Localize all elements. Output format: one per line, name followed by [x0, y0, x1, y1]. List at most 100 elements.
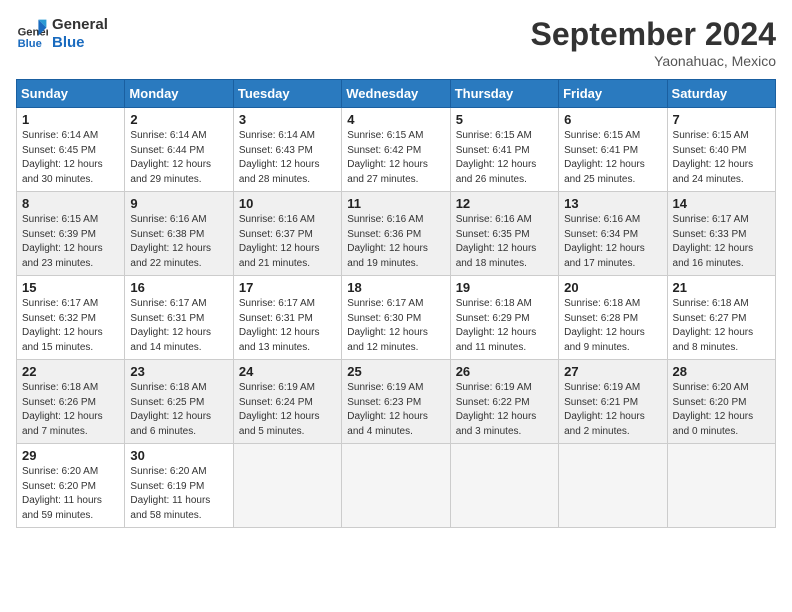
day-info: Sunrise: 6:16 AM Sunset: 6:35 PM Dayligh…	[456, 213, 553, 271]
title-block: September 2024 Yaonahuac, Mexico	[531, 16, 776, 69]
day-number: 4	[347, 112, 444, 127]
calendar-cell: 4 Sunrise: 6:15 AM Sunset: 6:42 PM Daylig…	[342, 108, 450, 192]
day-info: Sunrise: 6:19 AM Sunset: 6:24 PM Dayligh…	[239, 381, 336, 439]
day-info: Sunrise: 6:17 AM Sunset: 6:33 PM Dayligh…	[673, 213, 770, 271]
day-info: Sunrise: 6:18 AM Sunset: 6:28 PM Dayligh…	[564, 297, 661, 355]
calendar-cell: 5Sunrise: 6:15 AM Sunset: 6:41 PM Daylig…	[450, 108, 558, 192]
calendar-cell: 11 Sunrise: 6:16 AM Sunset: 6:36 PM Dayli…	[342, 192, 450, 276]
calendar-cell: 25 Sunrise: 6:19 AM Sunset: 6:23 PM Dayli…	[342, 360, 450, 444]
day-info: Sunrise: 6:15 AM Sunset: 6:41 PM Dayligh…	[564, 129, 661, 187]
calendar-cell: 18Sunrise: 6:17 AM Sunset: 6:30 PM Dayli…	[342, 276, 450, 360]
calendar-table: SundayMondayTuesdayWednesdayThursdayFrid…	[16, 79, 776, 528]
day-info: Sunrise: 6:20 AM Sunset: 6:19 PM Dayligh…	[130, 465, 227, 523]
weekday-wednesday: Wednesday	[342, 80, 450, 108]
calendar-cell: 9 Sunrise: 6:16 AM Sunset: 6:38 PM Daylig…	[125, 192, 233, 276]
day-number: 8	[22, 196, 119, 211]
weekday-saturday: Saturday	[667, 80, 775, 108]
weekday-friday: Friday	[559, 80, 667, 108]
calendar-cell: 22 Sunrise: 6:18 AM Sunset: 6:26 PM Dayli…	[17, 360, 125, 444]
day-number: 27	[564, 364, 661, 379]
day-number: 3	[239, 112, 336, 127]
day-number: 26	[456, 364, 553, 379]
day-info: Sunrise: 6:17 AM Sunset: 6:31 PM Dayligh…	[239, 297, 336, 355]
day-number: 25	[347, 364, 444, 379]
calendar-cell: 20 Sunrise: 6:18 AM Sunset: 6:28 PM Dayli…	[559, 276, 667, 360]
calendar-cell: 26 Sunrise: 6:19 AM Sunset: 6:22 PM Dayli…	[450, 360, 558, 444]
day-info: Sunrise: 6:20 AM Sunset: 6:20 PM Dayligh…	[22, 465, 119, 523]
day-number: 15	[22, 280, 119, 295]
day-info: Sunrise: 6:15 AM Sunset: 6:41 PM Dayligh…	[456, 129, 553, 187]
day-number: 18	[347, 280, 444, 295]
calendar-cell	[450, 444, 558, 528]
calendar-cell: 10Sunrise: 6:16 AM Sunset: 6:37 PM Dayli…	[233, 192, 341, 276]
day-info: Sunrise: 6:15 AM Sunset: 6:42 PM Dayligh…	[347, 129, 444, 187]
calendar-cell: 27Sunrise: 6:19 AM Sunset: 6:21 PM Dayli…	[559, 360, 667, 444]
day-number: 11	[347, 196, 444, 211]
calendar-cell: 15 Sunrise: 6:17 AM Sunset: 6:32 PM Dayli…	[17, 276, 125, 360]
week-row-1: 1Sunrise: 6:14 AM Sunset: 6:45 PM Daylig…	[17, 108, 776, 192]
calendar-cell: 21 Sunrise: 6:18 AM Sunset: 6:27 PM Dayli…	[667, 276, 775, 360]
day-number: 28	[673, 364, 770, 379]
calendar-cell: 8Sunrise: 6:15 AM Sunset: 6:39 PM Daylig…	[17, 192, 125, 276]
day-info: Sunrise: 6:20 AM Sunset: 6:20 PM Dayligh…	[673, 381, 770, 439]
location: Yaonahuac, Mexico	[531, 53, 776, 69]
calendar-cell	[342, 444, 450, 528]
day-info: Sunrise: 6:18 AM Sunset: 6:27 PM Dayligh…	[673, 297, 770, 355]
day-info: Sunrise: 6:19 AM Sunset: 6:23 PM Dayligh…	[347, 381, 444, 439]
calendar-cell: 12Sunrise: 6:16 AM Sunset: 6:35 PM Dayli…	[450, 192, 558, 276]
weekday-thursday: Thursday	[450, 80, 558, 108]
day-info: Sunrise: 6:16 AM Sunset: 6:34 PM Dayligh…	[564, 213, 661, 271]
day-info: Sunrise: 6:19 AM Sunset: 6:22 PM Dayligh…	[456, 381, 553, 439]
calendar-cell: 29 Sunrise: 6:20 AM Sunset: 6:20 PM Dayli…	[17, 444, 125, 528]
day-number: 2	[130, 112, 227, 127]
calendar-cell: 14Sunrise: 6:17 AM Sunset: 6:33 PM Dayli…	[667, 192, 775, 276]
logo-icon: General Blue	[16, 18, 48, 50]
day-number: 21	[673, 280, 770, 295]
month-title: September 2024	[531, 16, 776, 53]
calendar-cell: 1Sunrise: 6:14 AM Sunset: 6:45 PM Daylig…	[17, 108, 125, 192]
day-number: 22	[22, 364, 119, 379]
calendar-cell	[233, 444, 341, 528]
day-info: Sunrise: 6:16 AM Sunset: 6:37 PM Dayligh…	[239, 213, 336, 271]
day-info: Sunrise: 6:16 AM Sunset: 6:36 PM Dayligh…	[347, 213, 444, 271]
day-number: 1	[22, 112, 119, 127]
day-number: 20	[564, 280, 661, 295]
day-number: 16	[130, 280, 227, 295]
weekday-tuesday: Tuesday	[233, 80, 341, 108]
logo: General Blue General Blue	[16, 16, 108, 52]
day-number: 19	[456, 280, 553, 295]
calendar-body: 1Sunrise: 6:14 AM Sunset: 6:45 PM Daylig…	[17, 108, 776, 528]
calendar-cell	[559, 444, 667, 528]
week-row-3: 15 Sunrise: 6:17 AM Sunset: 6:32 PM Dayli…	[17, 276, 776, 360]
weekday-monday: Monday	[125, 80, 233, 108]
day-number: 7	[673, 112, 770, 127]
weekday-sunday: Sunday	[17, 80, 125, 108]
week-row-4: 22 Sunrise: 6:18 AM Sunset: 6:26 PM Dayli…	[17, 360, 776, 444]
weekday-header-row: SundayMondayTuesdayWednesdayThursdayFrid…	[17, 80, 776, 108]
calendar-cell: 3Sunrise: 6:14 AM Sunset: 6:43 PM Daylig…	[233, 108, 341, 192]
week-row-2: 8Sunrise: 6:15 AM Sunset: 6:39 PM Daylig…	[17, 192, 776, 276]
day-info: Sunrise: 6:16 AM Sunset: 6:38 PM Dayligh…	[130, 213, 227, 271]
day-number: 24	[239, 364, 336, 379]
day-number: 6	[564, 112, 661, 127]
day-number: 29	[22, 448, 119, 463]
calendar-cell: 2 Sunrise: 6:14 AM Sunset: 6:44 PM Daylig…	[125, 108, 233, 192]
day-number: 17	[239, 280, 336, 295]
calendar-cell	[667, 444, 775, 528]
day-number: 13	[564, 196, 661, 211]
logo-blue: Blue	[52, 34, 108, 52]
calendar-cell: 19 Sunrise: 6:18 AM Sunset: 6:29 PM Dayli…	[450, 276, 558, 360]
svg-text:Blue: Blue	[18, 38, 42, 50]
logo-general: General	[52, 16, 108, 34]
calendar-cell: 30 Sunrise: 6:20 AM Sunset: 6:19 PM Dayli…	[125, 444, 233, 528]
day-number: 30	[130, 448, 227, 463]
day-info: Sunrise: 6:14 AM Sunset: 6:44 PM Dayligh…	[130, 129, 227, 187]
calendar-cell: 6 Sunrise: 6:15 AM Sunset: 6:41 PM Daylig…	[559, 108, 667, 192]
day-info: Sunrise: 6:18 AM Sunset: 6:26 PM Dayligh…	[22, 381, 119, 439]
day-info: Sunrise: 6:18 AM Sunset: 6:29 PM Dayligh…	[456, 297, 553, 355]
day-info: Sunrise: 6:15 AM Sunset: 6:40 PM Dayligh…	[673, 129, 770, 187]
day-info: Sunrise: 6:17 AM Sunset: 6:32 PM Dayligh…	[22, 297, 119, 355]
calendar-cell: 13 Sunrise: 6:16 AM Sunset: 6:34 PM Dayli…	[559, 192, 667, 276]
day-number: 9	[130, 196, 227, 211]
day-info: Sunrise: 6:17 AM Sunset: 6:31 PM Dayligh…	[130, 297, 227, 355]
